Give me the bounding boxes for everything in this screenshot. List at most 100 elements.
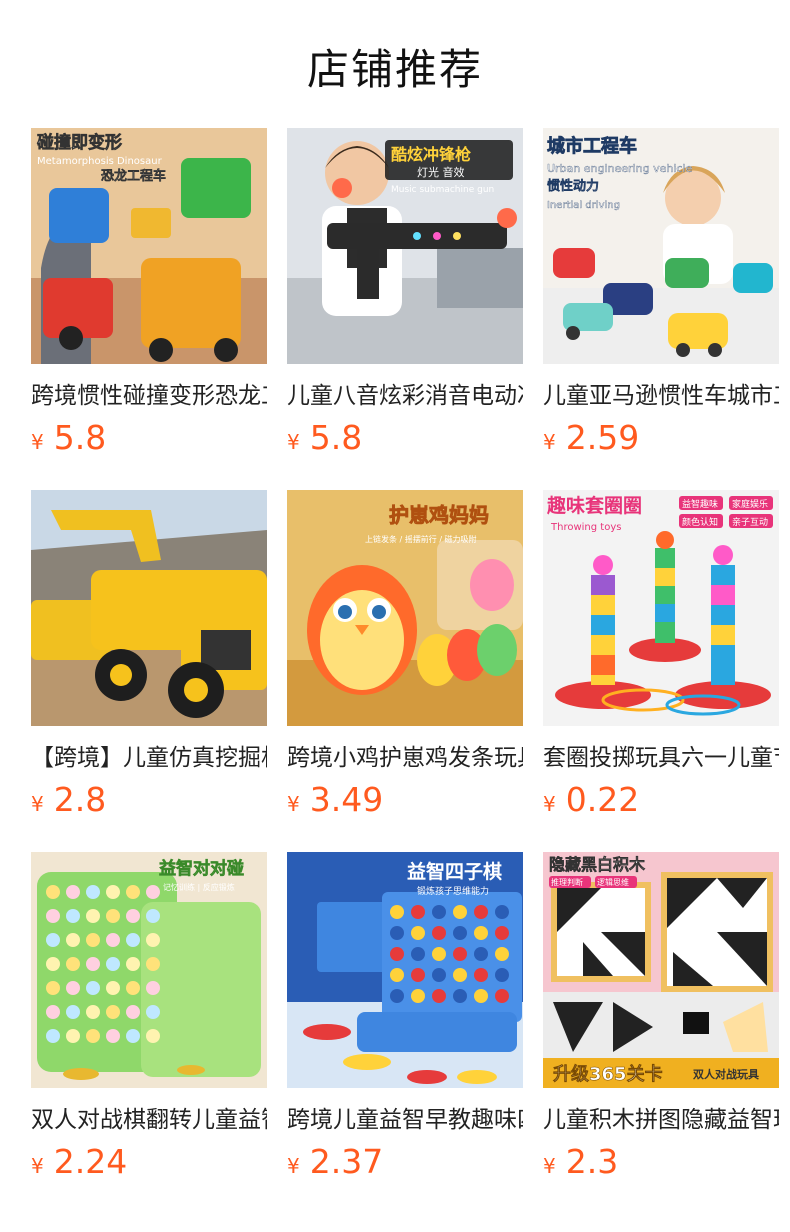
- product-card[interactable]: 城市工程车 Urban engineering vehicle 惯性动力 Ine…: [543, 128, 779, 458]
- currency-symbol: ¥: [31, 1154, 44, 1178]
- board-token: [474, 947, 488, 961]
- product-image[interactable]: 护崽鸡妈妈 上链发条 / 摇摆前行 / 磁力吸附: [287, 490, 523, 726]
- product-card[interactable]: 趣味套圈圈 Throwing toys 益智趣味 家庭娱乐 颜色认知 亲子互动 …: [543, 490, 779, 820]
- board-token: [146, 957, 160, 971]
- product-name[interactable]: 儿童积木拼图隐藏益智玩具: [543, 1104, 779, 1136]
- image-caption: 益智四子棋: [407, 860, 502, 883]
- currency-symbol: ¥: [543, 1154, 556, 1178]
- product-image[interactable]: 城市工程车 Urban engineering vehicle 惯性动力 Ine…: [543, 128, 779, 364]
- page-title: 店铺推荐: [306, 45, 483, 94]
- board-token: [106, 909, 120, 923]
- image-caption: Urban engineering vehicle: [547, 162, 692, 175]
- currency-symbol: ¥: [31, 430, 44, 454]
- image-caption: 趣味套圈圈: [546, 494, 642, 517]
- product-image[interactable]: [31, 490, 267, 726]
- board-token: [411, 947, 425, 961]
- board-token: [474, 905, 488, 919]
- product-name[interactable]: 【跨境】儿童仿真挖掘机工程车: [31, 742, 267, 774]
- price-value: 2.59: [565, 418, 640, 457]
- board-token: [453, 989, 467, 1003]
- price-value: 0.22: [565, 780, 640, 819]
- currency-symbol: ¥: [543, 792, 556, 816]
- board-token: [390, 905, 404, 919]
- currency-symbol: ¥: [287, 430, 300, 454]
- product-price: ¥0.22: [543, 780, 779, 820]
- product-name[interactable]: 儿童八音炫彩消音电动冲锋枪: [287, 380, 523, 412]
- image-caption: 逻辑思维: [597, 877, 629, 887]
- product-image[interactable]: 益智对对碰 记忆训练 | 反应锻炼: [31, 852, 267, 1088]
- board-token: [106, 1005, 120, 1019]
- price-value: 2.24: [53, 1142, 128, 1181]
- product-image[interactable]: 碰撞即变形 Metamorphosis Dinosaur 恐龙工程车: [31, 128, 267, 364]
- price-value: 2.37: [309, 1142, 384, 1181]
- product-price: ¥5.8: [31, 418, 267, 458]
- board-token: [495, 947, 509, 961]
- board-token: [66, 957, 80, 971]
- board-token: [126, 957, 140, 971]
- board-token: [66, 909, 80, 923]
- product-price: ¥2.24: [31, 1142, 267, 1182]
- price-value: 5.8: [53, 418, 107, 457]
- product-card[interactable]: 益智四子棋 锻炼孩子思维能力 跨境儿童益智早教趣味四子棋 ¥2.37: [287, 852, 523, 1182]
- product-grid: 碰撞即变形 Metamorphosis Dinosaur 恐龙工程车 跨境惯性碰…: [31, 128, 779, 1182]
- price-value: 5.8: [309, 418, 363, 457]
- board-token: [46, 1005, 60, 1019]
- board-token: [146, 909, 160, 923]
- image-caption: 家庭娱乐: [732, 498, 768, 510]
- board-token: [86, 981, 100, 995]
- image-caption: 记忆训练 | 反应锻炼: [163, 882, 235, 892]
- board-token: [453, 926, 467, 940]
- product-name[interactable]: 跨境儿童益智早教趣味四子棋: [287, 1104, 523, 1136]
- product-name[interactable]: 套圈投掷玩具六一儿童节: [543, 742, 779, 774]
- board-token: [46, 957, 60, 971]
- board-token: [146, 933, 160, 947]
- board-token: [432, 905, 446, 919]
- board-token: [106, 1029, 120, 1043]
- image-caption: Inertial driving: [547, 200, 620, 211]
- product-price: ¥2.8: [31, 780, 267, 820]
- board-token: [146, 981, 160, 995]
- board-token: [390, 968, 404, 982]
- board-token: [126, 909, 140, 923]
- product-name[interactable]: 双人对战棋翻转儿童益智: [31, 1104, 267, 1136]
- board-token: [46, 909, 60, 923]
- product-price: ¥2.59: [543, 418, 779, 458]
- board-token: [126, 981, 140, 995]
- board-token: [86, 933, 100, 947]
- board-token: [411, 989, 425, 1003]
- board-token: [474, 989, 488, 1003]
- product-name[interactable]: 儿童亚马逊惯性车城市工程车: [543, 380, 779, 412]
- image-caption: 碰撞即变形: [37, 132, 122, 153]
- product-name[interactable]: 跨境小鸡护崽鸡发条玩具: [287, 742, 523, 774]
- board-token: [66, 1005, 80, 1019]
- product-image[interactable]: 趣味套圈圈 Throwing toys 益智趣味 家庭娱乐 颜色认知 亲子互动: [543, 490, 779, 726]
- image-caption: 升级365关卡: [553, 1063, 663, 1085]
- board-token: [106, 981, 120, 995]
- board-token: [495, 968, 509, 982]
- product-image[interactable]: 益智四子棋 锻炼孩子思维能力: [287, 852, 523, 1088]
- board-token: [390, 926, 404, 940]
- image-caption: 隐藏黑白积木: [549, 855, 646, 874]
- image-caption: 亲子互动: [732, 516, 768, 528]
- board-token: [126, 1005, 140, 1019]
- board-token: [146, 1029, 160, 1043]
- price-value: 3.49: [309, 780, 384, 819]
- image-caption: 上链发条 / 摇摆前行 / 磁力吸附: [365, 534, 477, 544]
- product-card[interactable]: 碰撞即变形 Metamorphosis Dinosaur 恐龙工程车 跨境惯性碰…: [31, 128, 267, 458]
- product-card[interactable]: 酷炫冲锋枪 灯光 音效 Music submachine gun 儿童八音炫彩消…: [287, 128, 523, 458]
- board-token: [46, 1029, 60, 1043]
- image-caption: 锻炼孩子思维能力: [417, 885, 489, 897]
- product-image[interactable]: 酷炫冲锋枪 灯光 音效 Music submachine gun: [287, 128, 523, 364]
- board-token: [146, 885, 160, 899]
- product-card[interactable]: 益智对对碰 记忆训练 | 反应锻炼 双人对战棋翻转儿童益智 ¥2.24: [31, 852, 267, 1182]
- product-image[interactable]: 隐藏黑白积木 推理判断 逻辑思维 升级365关卡 双人对战玩具: [543, 852, 779, 1088]
- board-token: [126, 933, 140, 947]
- product-card[interactable]: 隐藏黑白积木 推理判断 逻辑思维 升级365关卡 双人对战玩具 儿童积木拼图隐藏…: [543, 852, 779, 1182]
- image-caption: Throwing toys: [550, 522, 621, 533]
- board-token: [106, 957, 120, 971]
- board-token: [411, 968, 425, 982]
- product-name[interactable]: 跨境惯性碰撞变形恐龙工程车: [31, 380, 267, 412]
- product-card[interactable]: 护崽鸡妈妈 上链发条 / 摇摆前行 / 磁力吸附 跨境小鸡护崽鸡发条玩具 ¥3.…: [287, 490, 523, 820]
- product-price: ¥2.37: [287, 1142, 523, 1182]
- product-card[interactable]: 【跨境】儿童仿真挖掘机工程车 ¥2.8: [31, 490, 267, 820]
